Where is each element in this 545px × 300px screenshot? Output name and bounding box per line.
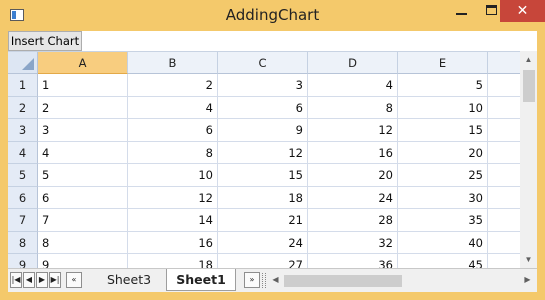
grid-cell[interactable]: 2 — [38, 96, 128, 119]
grid-cell[interactable]: 21 — [218, 209, 308, 232]
grid-cell[interactable]: 15 — [398, 119, 488, 142]
column-header-c[interactable]: C — [218, 52, 308, 74]
tab-more-icon[interactable]: » — [244, 272, 260, 288]
grid-cell[interactable]: 15 — [218, 164, 308, 187]
maximize-icon — [486, 5, 497, 15]
row-header[interactable]: 6 — [8, 186, 38, 209]
tab-sheet3[interactable]: Sheet3 — [96, 269, 162, 291]
grid-cell[interactable]: 25 — [398, 164, 488, 187]
grid-cell[interactable]: 20 — [308, 164, 398, 187]
grid-cell[interactable]: 8 — [128, 141, 218, 164]
first-sheet-icon[interactable]: |◀ — [10, 272, 22, 288]
horizontal-scrollbar[interactable]: ◀ ▶ — [267, 271, 537, 289]
column-header-e[interactable]: E — [398, 52, 488, 74]
spreadsheet-grid[interactable]: A B C D E 1 1 2 3 4 5 2 2 4 6 8 10 3 3 6 9 12 15 4 4 8 12 16 20 5 5 10 1… — [8, 51, 520, 268]
row-header[interactable]: 8 — [8, 231, 38, 254]
grid-cell-empty[interactable] — [488, 232, 520, 254]
grid-cell[interactable]: 6 — [128, 119, 218, 142]
grid-cell-empty[interactable] — [488, 74, 520, 97]
grid-cell[interactable]: 8 — [308, 96, 398, 119]
grid-cell[interactable]: 12 — [308, 119, 398, 142]
grid-cell[interactable]: 1 — [38, 74, 128, 97]
grid-cell[interactable]: 27 — [218, 254, 308, 268]
grid-cell[interactable]: 3 — [218, 74, 308, 97]
grid-cell[interactable]: 4 — [38, 141, 128, 164]
grid-cell-empty[interactable] — [488, 187, 520, 209]
minimize-button[interactable] — [447, 0, 477, 22]
tab-scroll-left-icon[interactable]: « — [66, 272, 82, 288]
grid-cell[interactable]: 6 — [38, 186, 128, 209]
grid-cell[interactable]: 36 — [308, 254, 398, 268]
grid-cell[interactable]: 5 — [38, 164, 128, 187]
grid-cell[interactable]: 5 — [398, 74, 488, 97]
grid-cell[interactable]: 16 — [128, 231, 218, 254]
grid-cell[interactable]: 6 — [218, 96, 308, 119]
grid-cell-empty[interactable] — [488, 119, 520, 142]
grid-cell[interactable]: 4 — [128, 96, 218, 119]
client-area: Insert Chart A B C D E 1 1 2 3 4 5 2 2 4 6 8 10 3 3 6 9 12 15 4… — [8, 31, 537, 292]
grid-cell[interactable]: 18 — [218, 186, 308, 209]
grid-cell[interactable]: 35 — [398, 209, 488, 232]
grid-cell[interactable]: 20 — [398, 141, 488, 164]
prev-sheet-icon[interactable]: ◀ — [23, 272, 35, 288]
grid-cell[interactable]: 8 — [38, 231, 128, 254]
minimize-icon — [456, 13, 467, 15]
column-header-d[interactable]: D — [308, 52, 398, 74]
row-header[interactable]: 1 — [8, 74, 38, 97]
grid-cell[interactable]: 16 — [308, 141, 398, 164]
last-sheet-icon[interactable]: ▶| — [49, 272, 61, 288]
grid-cell[interactable]: 14 — [128, 209, 218, 232]
grid-cell[interactable]: 28 — [308, 209, 398, 232]
grid-cell[interactable]: 18 — [128, 254, 218, 268]
column-header-b[interactable]: B — [128, 52, 218, 74]
grid-cell[interactable]: 30 — [398, 186, 488, 209]
column-header-a[interactable]: A — [38, 52, 128, 74]
sheet-tab-bar: |◀ ◀ ▶ ▶| « Sheet3 Sheet1 » ◀ ▶ — [8, 268, 537, 292]
next-sheet-icon[interactable]: ▶ — [36, 272, 48, 288]
grid-cell[interactable]: 9 — [218, 119, 308, 142]
grid-cell-empty[interactable] — [488, 254, 520, 268]
grid-cell[interactable]: 24 — [218, 231, 308, 254]
grid-cell[interactable]: 24 — [308, 186, 398, 209]
grid-cell[interactable]: 40 — [398, 231, 488, 254]
select-all-corner[interactable] — [8, 52, 38, 74]
vertical-scroll-thumb[interactable] — [523, 70, 535, 102]
close-button[interactable]: ✕ — [500, 0, 545, 22]
app-window: AddingChart ✕ Insert Chart ABCDE11234522… — [0, 0, 545, 300]
scroll-down-icon[interactable]: ▼ — [520, 251, 537, 268]
scroll-up-icon[interactable]: ▲ — [520, 51, 537, 68]
column-header-empty[interactable] — [488, 52, 520, 74]
grid-cell[interactable]: 10 — [128, 164, 218, 187]
scroll-left-icon[interactable]: ◀ — [267, 271, 284, 289]
title-bar[interactable]: AddingChart ✕ — [0, 0, 545, 31]
grid-cell[interactable]: 2 — [128, 74, 218, 97]
grid-cell[interactable]: 10 — [398, 96, 488, 119]
grid-cell-empty[interactable] — [488, 97, 520, 119]
grid-cell[interactable]: 4 — [308, 74, 398, 97]
insert-chart-button[interactable]: Insert Chart — [8, 31, 82, 51]
select-all-icon — [22, 58, 34, 70]
close-icon: ✕ — [516, 3, 529, 19]
scroll-right-icon[interactable]: ▶ — [519, 271, 536, 289]
row-header[interactable]: 5 — [8, 164, 38, 187]
grid-cell[interactable]: 9 — [38, 254, 128, 268]
grid-cell[interactable]: 12 — [218, 141, 308, 164]
row-header[interactable]: 2 — [8, 96, 38, 119]
grid-cell[interactable]: 45 — [398, 254, 488, 268]
grid-cell[interactable]: 7 — [38, 209, 128, 232]
grid-cell-empty[interactable] — [488, 164, 520, 187]
grid-cell[interactable]: 32 — [308, 231, 398, 254]
grid-cell-empty[interactable] — [488, 209, 520, 232]
horizontal-scroll-thumb[interactable] — [284, 275, 402, 287]
row-header[interactable]: 4 — [8, 141, 38, 164]
grid-cell[interactable]: 12 — [128, 186, 218, 209]
row-header[interactable]: 7 — [8, 209, 38, 232]
grid-cell-empty[interactable] — [488, 142, 520, 164]
row-header[interactable]: 9 — [8, 254, 38, 268]
tab-sheet1[interactable]: Sheet1 — [166, 269, 236, 291]
tab-splitter-handle[interactable] — [262, 273, 266, 288]
grid-cell[interactable]: 3 — [38, 119, 128, 142]
row-header[interactable]: 3 — [8, 119, 38, 142]
vertical-scrollbar[interactable]: ▲ ▼ — [520, 51, 537, 268]
